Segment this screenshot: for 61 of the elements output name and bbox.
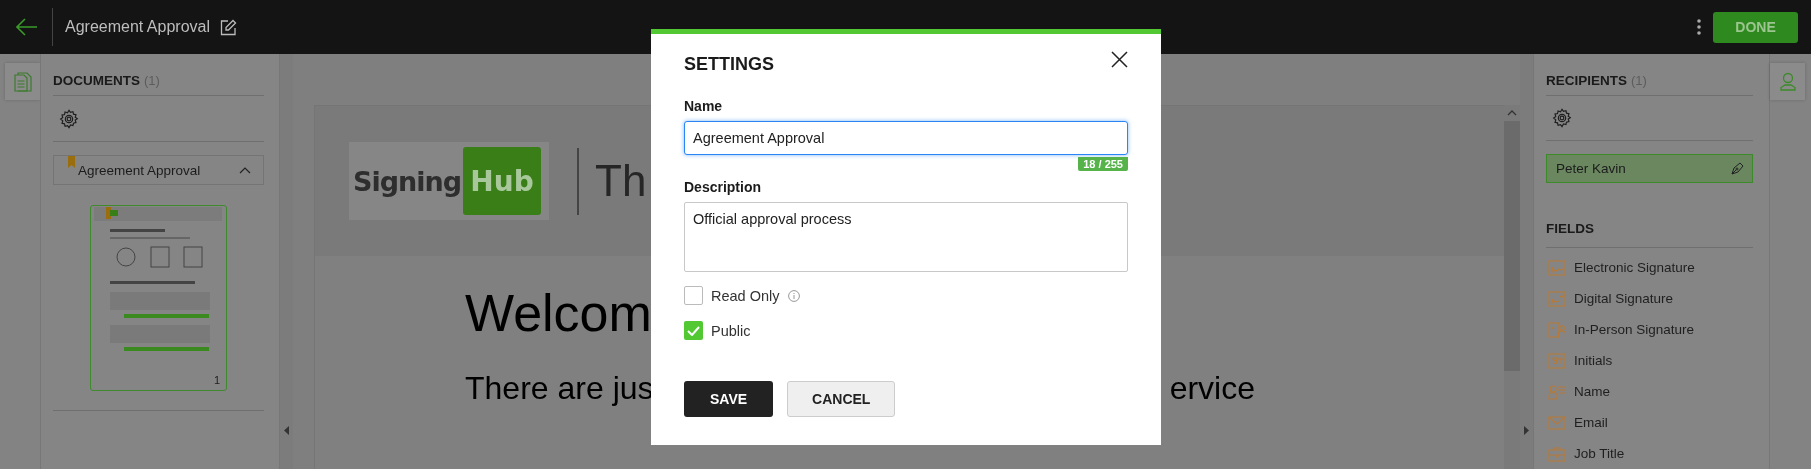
logo-badge: Hub (463, 147, 542, 215)
document-name: Agreement Approval (78, 162, 202, 178)
document-title: Agreement Approval (65, 18, 210, 36)
field-label: Electronic Signature (1574, 260, 1695, 275)
email-icon (1548, 414, 1566, 431)
back-arrow-icon[interactable] (16, 18, 38, 36)
document-text: ervice (1169, 370, 1255, 407)
field-item[interactable]: Email (1546, 407, 1753, 438)
chevron-up-icon[interactable] (239, 166, 251, 174)
close-button[interactable] (1109, 48, 1130, 70)
name-icon (1548, 383, 1566, 400)
collapse-left-icon[interactable] (284, 426, 289, 435)
documents-heading: DOCUMENTS (53, 73, 140, 88)
field-label: Description (684, 179, 762, 195)
field-label: In-Person Signature (1574, 322, 1695, 337)
settings-icon[interactable] (1551, 107, 1573, 130)
field-label: Job Title (1574, 446, 1625, 461)
settings-icon[interactable] (58, 107, 80, 130)
dialog-title: SETTINGS (684, 53, 774, 75)
more-options-icon[interactable] (1697, 19, 1701, 35)
document-icon (13, 71, 32, 92)
name-field[interactable]: Agreement Approval (684, 121, 1128, 155)
document-text: There are jus (465, 370, 654, 407)
field-label: Email (1574, 415, 1608, 430)
page-thumbnail[interactable]: 1 (90, 205, 227, 391)
field-item[interactable]: Electronic Signature (1546, 252, 1753, 283)
close-icon (1111, 50, 1128, 68)
field-item[interactable]: Initials (1546, 345, 1753, 376)
checkbox-label: Read Only (711, 287, 780, 304)
field-label: Name (1574, 384, 1610, 399)
document-header-text: Th (595, 156, 647, 206)
initials-icon (1548, 352, 1566, 369)
fields-heading: FIELDS (1546, 221, 1594, 236)
bookmark-icon (68, 156, 75, 168)
edit-icon[interactable] (220, 18, 237, 36)
document-item[interactable]: Agreement Approval (53, 155, 264, 185)
person-icon (1779, 72, 1796, 91)
description-field[interactable]: Official approval process (684, 202, 1128, 272)
cancel-button[interactable]: CANCEL (787, 381, 896, 417)
info-icon[interactable] (787, 289, 800, 302)
recipient-item[interactable]: Peter Kavin (1546, 154, 1753, 183)
character-counter: 18 / 255 (1078, 157, 1128, 171)
done-button[interactable]: DONE (1713, 11, 1798, 43)
document-heading: Welcom (465, 283, 652, 344)
field-label: Name (684, 98, 724, 114)
field-item[interactable]: Job Title (1546, 438, 1753, 469)
save-button[interactable]: SAVE (684, 381, 774, 417)
field-item[interactable]: In-Person Signature (1546, 314, 1753, 345)
field-label: Initials (1574, 353, 1613, 368)
page-number: 1 (213, 374, 220, 386)
recipients-heading: RECIPIENTS (1546, 73, 1627, 88)
checkbox[interactable] (684, 286, 703, 305)
recipient-name: Peter Kavin (1556, 161, 1626, 177)
checkbox-label: Public (711, 322, 751, 339)
collapse-right-icon[interactable] (1524, 426, 1529, 435)
checkbox[interactable] (684, 321, 703, 340)
pen-nib-icon (1731, 162, 1744, 176)
field-item[interactable]: Digital Signature (1546, 283, 1753, 314)
field-item[interactable]: Name (1546, 376, 1753, 407)
field-label: Digital Signature (1574, 291, 1674, 306)
logo-text: Signing (353, 165, 462, 197)
